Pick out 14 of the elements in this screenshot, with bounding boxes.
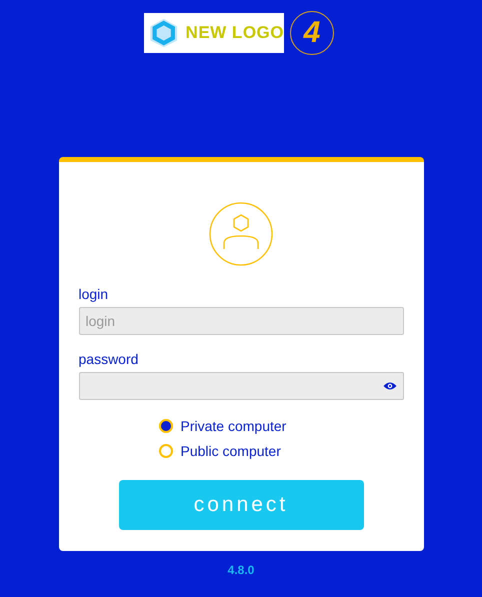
radio-button[interactable] [158,444,172,458]
password-label: password [78,351,140,367]
login-label: login [78,286,110,302]
version-text: 4.8.0 [228,563,254,577]
connect-button[interactable]: connect [118,480,364,530]
radio-label: Public computer [180,443,281,459]
eye-icon[interactable] [382,381,396,391]
logo-text: NEW LOGO [186,23,284,43]
radio-label: Private computer [180,418,286,434]
radio-button[interactable] [158,419,172,433]
password-field[interactable] [78,372,404,400]
user-icon [209,202,273,266]
login-field[interactable]: login [78,307,404,335]
version-badge: 4 [290,11,334,55]
